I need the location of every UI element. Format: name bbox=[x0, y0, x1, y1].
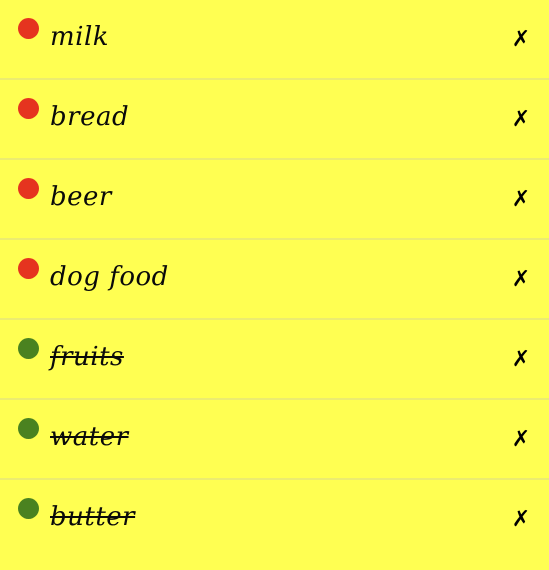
list-item[interactable]: fruits ✗ bbox=[0, 320, 549, 400]
item-label[interactable]: milk bbox=[50, 22, 109, 52]
status-dot-icon[interactable] bbox=[18, 178, 39, 199]
item-label[interactable]: water bbox=[50, 422, 129, 452]
status-dot-icon[interactable] bbox=[18, 18, 39, 39]
list-item[interactable]: butter ✗ bbox=[0, 480, 549, 562]
status-dot-icon[interactable] bbox=[18, 418, 39, 439]
status-dot-icon[interactable] bbox=[18, 98, 39, 119]
list-item[interactable]: milk ✗ bbox=[0, 0, 549, 80]
remove-icon[interactable]: ✗ bbox=[509, 346, 533, 374]
item-label[interactable]: bread bbox=[50, 102, 129, 132]
list-item[interactable]: dog food ✗ bbox=[0, 240, 549, 320]
status-dot-icon[interactable] bbox=[18, 258, 39, 279]
list-item[interactable]: beer ✗ bbox=[0, 160, 549, 240]
item-label[interactable]: butter bbox=[50, 502, 135, 532]
remove-icon[interactable]: ✗ bbox=[509, 506, 533, 534]
todo-list: milk ✗ bread ✗ beer ✗ dog food ✗ fruits … bbox=[0, 0, 549, 562]
item-label[interactable]: dog food bbox=[50, 262, 169, 292]
list-item[interactable]: water ✗ bbox=[0, 400, 549, 480]
list-item[interactable]: bread ✗ bbox=[0, 80, 549, 160]
remove-icon[interactable]: ✗ bbox=[509, 26, 533, 54]
remove-icon[interactable]: ✗ bbox=[509, 106, 533, 134]
remove-icon[interactable]: ✗ bbox=[509, 426, 533, 454]
status-dot-icon[interactable] bbox=[18, 498, 39, 519]
item-label[interactable]: fruits bbox=[50, 342, 124, 372]
item-label[interactable]: beer bbox=[50, 182, 112, 212]
status-dot-icon[interactable] bbox=[18, 338, 39, 359]
remove-icon[interactable]: ✗ bbox=[509, 186, 533, 214]
remove-icon[interactable]: ✗ bbox=[509, 266, 533, 294]
